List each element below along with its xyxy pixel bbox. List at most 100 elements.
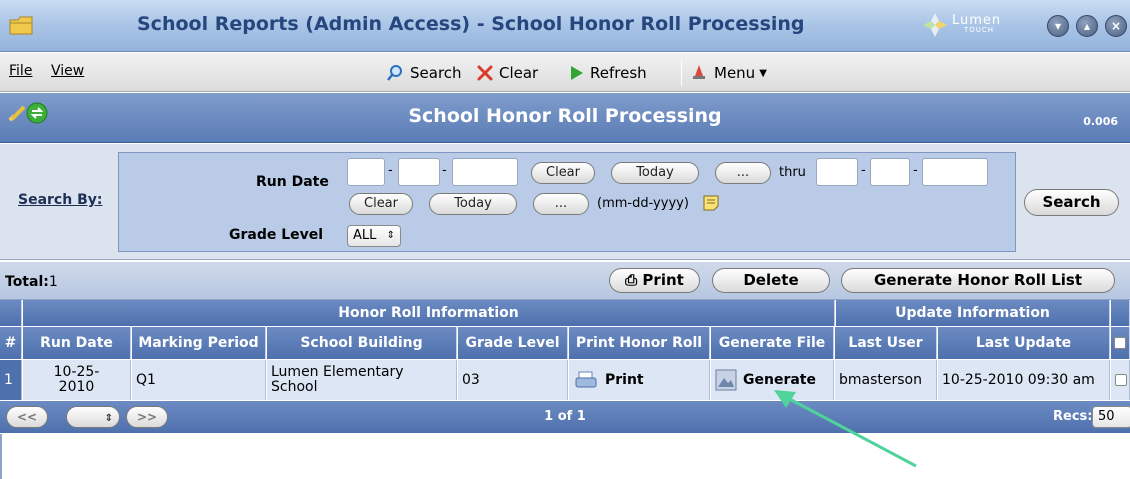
group-header-blank bbox=[0, 300, 22, 326]
grade-level-select[interactable]: ALL ⇕ bbox=[347, 225, 401, 247]
date-dash: - bbox=[442, 163, 447, 178]
lumen-logo: Lumen TOUCH bbox=[922, 12, 1032, 38]
recs-per-page-select[interactable]: 50 bbox=[1092, 406, 1130, 428]
pager-bar: << ⇕ >> 1 of 1 Recs: 50 bbox=[0, 401, 1130, 433]
row-marking-period: Q1 bbox=[132, 360, 266, 400]
row-select[interactable] bbox=[1111, 360, 1130, 400]
generate-honor-roll-list-button[interactable]: Generate Honor Roll List bbox=[841, 268, 1115, 293]
row-grade-level: 03 bbox=[458, 360, 568, 400]
search-panel: Search By: Run Date - - Clear Today ... … bbox=[0, 144, 1130, 260]
col-header-marking-period[interactable]: Marking Period bbox=[132, 327, 266, 359]
run-date-from-year[interactable] bbox=[452, 158, 518, 186]
select-all-checkbox[interactable] bbox=[1114, 337, 1126, 349]
toolbar-refresh-label: Refresh bbox=[590, 64, 647, 82]
page-info: 1 of 1 bbox=[544, 409, 586, 424]
delete-button[interactable]: Delete bbox=[712, 268, 830, 293]
col-header-number[interactable]: # bbox=[0, 327, 22, 359]
toolbar-separator bbox=[681, 60, 682, 86]
to-clear-button[interactable]: Clear bbox=[349, 193, 413, 215]
row-run-date: 10-25-2010 bbox=[23, 360, 131, 400]
row-print-link[interactable]: Print bbox=[569, 360, 710, 400]
window-close-button[interactable]: × bbox=[1105, 15, 1127, 37]
annotation-arrow bbox=[774, 390, 917, 468]
chevron-down-icon: ▼ bbox=[759, 67, 767, 79]
date-dash: - bbox=[861, 163, 866, 178]
total-value: 1 bbox=[48, 274, 58, 290]
action-bar: Total:1 ⎙ Print Delete Generate Honor Ro… bbox=[0, 262, 1130, 300]
col-header-select-all[interactable] bbox=[1111, 327, 1130, 359]
lumen-logo-sub: TOUCH bbox=[964, 26, 995, 34]
lumen-logo-icon bbox=[923, 13, 947, 37]
toolbar-clear-button[interactable]: Clear bbox=[477, 62, 538, 84]
printer-icon: ⎙ bbox=[625, 271, 638, 289]
select-arrows-icon: ⇕ bbox=[386, 230, 395, 241]
print-button-label: Print bbox=[642, 271, 684, 289]
refresh-play-icon bbox=[571, 66, 583, 80]
window-down-button[interactable]: ▾ bbox=[1047, 15, 1069, 37]
row-number: 1 bbox=[0, 360, 22, 400]
toolbar-search-label: Search bbox=[410, 64, 462, 82]
row-school-building: Lumen Elementary School bbox=[267, 360, 457, 400]
print-button[interactable]: ⎙ Print bbox=[609, 268, 700, 293]
search-criteria-box: Run Date - - Clear Today ... thru - - Cl… bbox=[118, 152, 1016, 252]
col-header-last-user[interactable]: Last User bbox=[835, 327, 937, 359]
window-up-button[interactable]: ▴ bbox=[1076, 15, 1098, 37]
recs-label: Recs: bbox=[1053, 409, 1093, 424]
clear-x-icon bbox=[477, 65, 493, 81]
search-button[interactable]: Search bbox=[1024, 189, 1119, 216]
row-print-label: Print bbox=[605, 372, 644, 388]
grade-level-label: Grade Level bbox=[229, 227, 324, 243]
app-icon bbox=[9, 16, 33, 35]
to-calendar-button[interactable]: ... bbox=[533, 193, 589, 215]
toolbar-refresh-button[interactable]: Refresh bbox=[570, 62, 647, 84]
version-label: 0.006 bbox=[1083, 115, 1118, 128]
print-file-icon bbox=[575, 371, 597, 388]
row-checkbox[interactable] bbox=[1115, 374, 1127, 386]
run-date-to-month[interactable] bbox=[816, 158, 858, 186]
run-date-from-day[interactable] bbox=[398, 158, 440, 186]
from-calendar-button[interactable]: ... bbox=[715, 162, 771, 184]
run-date-from-month[interactable] bbox=[347, 158, 385, 186]
menu-bell-icon bbox=[693, 65, 705, 79]
generate-file-icon bbox=[715, 369, 737, 391]
col-header-last-update[interactable]: Last Update bbox=[938, 327, 1110, 359]
date-format-hint: (mm-dd-yyyy) bbox=[597, 196, 689, 211]
col-header-grade-level[interactable]: Grade Level bbox=[458, 327, 568, 359]
group-header-select bbox=[1111, 300, 1130, 326]
note-icon[interactable] bbox=[702, 194, 720, 212]
run-date-to-day[interactable] bbox=[870, 158, 910, 186]
menu-view[interactable]: View bbox=[51, 63, 84, 79]
page-header: School Honor Roll Processing 0.006 bbox=[0, 93, 1130, 143]
total-label: Total: bbox=[5, 274, 49, 290]
date-dash: - bbox=[388, 163, 393, 178]
row-run-date-value: 10-25-2010 bbox=[53, 364, 100, 395]
run-date-label: Run Date bbox=[256, 174, 329, 190]
col-header-print-honor-roll[interactable]: Print Honor Roll bbox=[569, 327, 710, 359]
toolbar-menu-label: Menu bbox=[714, 64, 756, 82]
group-header-honor-roll: Honor Roll Information bbox=[23, 300, 835, 326]
from-clear-button[interactable]: Clear bbox=[531, 162, 595, 184]
total-count: Total:1 bbox=[5, 274, 58, 290]
toolbar-menu-button[interactable]: Menu ▼ bbox=[690, 62, 767, 84]
thru-label: thru bbox=[779, 165, 806, 180]
toolbar-clear-label: Clear bbox=[499, 64, 539, 82]
menu-file[interactable]: File bbox=[9, 63, 32, 79]
window-title: School Reports (Admin Access) - School H… bbox=[137, 13, 805, 35]
col-header-generate-file[interactable]: Generate File bbox=[711, 327, 834, 359]
from-today-button[interactable]: Today bbox=[611, 162, 699, 184]
recs-value: 50 bbox=[1098, 409, 1115, 424]
date-dash: - bbox=[913, 163, 918, 178]
col-header-run-date[interactable]: Run Date bbox=[23, 327, 131, 359]
col-header-school-building[interactable]: School Building bbox=[267, 327, 457, 359]
run-date-to-year[interactable] bbox=[922, 158, 988, 186]
search-by-link[interactable]: Search By: bbox=[18, 192, 102, 208]
window-titlebar: School Reports (Admin Access) - School H… bbox=[0, 0, 1130, 52]
page-title: School Honor Roll Processing bbox=[408, 105, 722, 127]
menubar: File View Search Clear Refresh Menu ▼ bbox=[0, 53, 1130, 92]
row-school-building-value: Lumen Elementary School bbox=[271, 364, 404, 395]
group-header-update: Update Information bbox=[836, 300, 1110, 326]
row-last-update: 10-25-2010 09:30 am bbox=[938, 360, 1110, 400]
search-icon bbox=[387, 65, 402, 81]
toolbar-search-button[interactable]: Search bbox=[386, 62, 462, 84]
to-today-button[interactable]: Today bbox=[429, 193, 517, 215]
